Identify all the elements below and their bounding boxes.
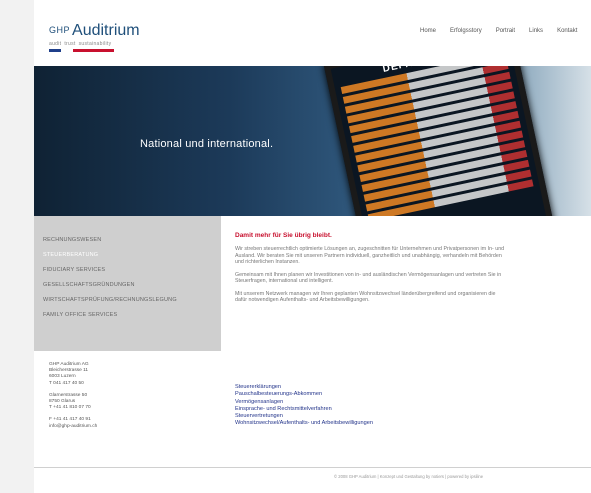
hero-headline: National und international.	[140, 138, 274, 150]
nav-portrait[interactable]: Portrait	[496, 28, 515, 34]
sidebar-item-steuerberatung[interactable]: STEUERBERATUNG	[34, 249, 221, 261]
address-fax: F +41 41 417 40 91	[49, 417, 91, 423]
nav-home[interactable]: Home	[420, 28, 436, 34]
departures-board-image: DEPARTURES	[323, 66, 555, 216]
logo[interactable]: GHP Auditrium audit trust sustainability	[49, 22, 140, 52]
link-steuererklaerungen[interactable]: Steuererklärungen	[235, 384, 373, 391]
sidebar-item-wirtschaftspruefung[interactable]: WIRTSCHAFTSPRÜFUNG/RECHNUNGSLEGUNG	[34, 294, 221, 306]
color-bar-blue	[49, 49, 61, 52]
tagline-word: audit	[49, 41, 62, 47]
footer-credits: © 2008 GHP Auditrium | Konzept und Gesta…	[334, 474, 484, 479]
sidebar-item-rechnungswesen[interactable]: RECHNUNGSWESEN	[34, 234, 221, 246]
tagline-word: trust	[64, 41, 76, 47]
hero-banner: DEPARTURES National und international.	[34, 66, 591, 216]
nav-links[interactable]: Links	[529, 28, 543, 34]
color-bar-red	[73, 49, 114, 52]
link-einsprache[interactable]: Einsprache- und Rechtsmittelverfahren	[235, 406, 373, 413]
link-vermoegensanlagen[interactable]: Vermögensanlagen	[235, 399, 373, 406]
logo-tagline: audit trust sustainability	[49, 41, 140, 47]
page: GHP Auditrium audit trust sustainability Ho…	[34, 0, 591, 493]
logo-name: Auditrium	[72, 22, 140, 39]
content-paragraph: Wir streben steuerrechtlich optimierte L…	[235, 246, 505, 265]
content-paragraph: Mit unserem Netzwerk managen wir Ihren g…	[235, 290, 496, 304]
top-navigation: Home Erfolgsstory Portrait Links Kontakt	[420, 28, 591, 34]
nav-erfolgsstory[interactable]: Erfolgsstory	[450, 28, 482, 34]
address-block: GHP Auditrium AG Bleicherstrasse 11 6003…	[49, 362, 97, 430]
logo-color-bar	[49, 49, 140, 52]
link-wohnsitzwechsel[interactable]: Wohnsitzwechsel/Aufenthalts- und Arbeits…	[235, 420, 373, 427]
color-bar-white	[61, 49, 73, 52]
nav-kontakt[interactable]: Kontakt	[557, 28, 577, 34]
sidebar-menu: RECHNUNGSWESEN STEUERBERATUNG FIDUCIARY …	[34, 216, 221, 351]
sidebar-item-gesellschaftsgruendungen[interactable]: GESELLSCHAFTSGRÜNDUNGEN	[34, 279, 221, 291]
footer-divider	[34, 467, 591, 468]
logo-prefix: GHP	[49, 25, 71, 35]
address-email[interactable]: info@ghp-auditrium.ch	[49, 424, 97, 430]
main-content: Damit mehr für Sie übrig bleibt. Wir str…	[235, 232, 505, 310]
sidebar-item-family-office[interactable]: FAMILY OFFICE SERVICES	[34, 309, 221, 321]
sidebar-item-fiduciary-services[interactable]: FIDUCIARY SERVICES	[34, 264, 221, 276]
link-steuervertretungen[interactable]: Steuervertretungen	[235, 413, 373, 420]
tagline-word: sustainability	[78, 41, 112, 47]
link-pauschalbesteuerung[interactable]: Pauschalbesteuerungs-Abkommen	[235, 391, 373, 398]
content-headline: Damit mehr für Sie übrig bleibt.	[235, 232, 332, 239]
content-paragraph: Gemeinsam mit Ihnen planen wir Investiti…	[235, 271, 502, 285]
logo-wordmark: GHP Auditrium	[49, 22, 140, 40]
address-phone-2: T +41 41 810 07 70	[49, 405, 91, 411]
service-links: Steuererklärungen Pauschalbesteuerungs-A…	[235, 384, 373, 428]
